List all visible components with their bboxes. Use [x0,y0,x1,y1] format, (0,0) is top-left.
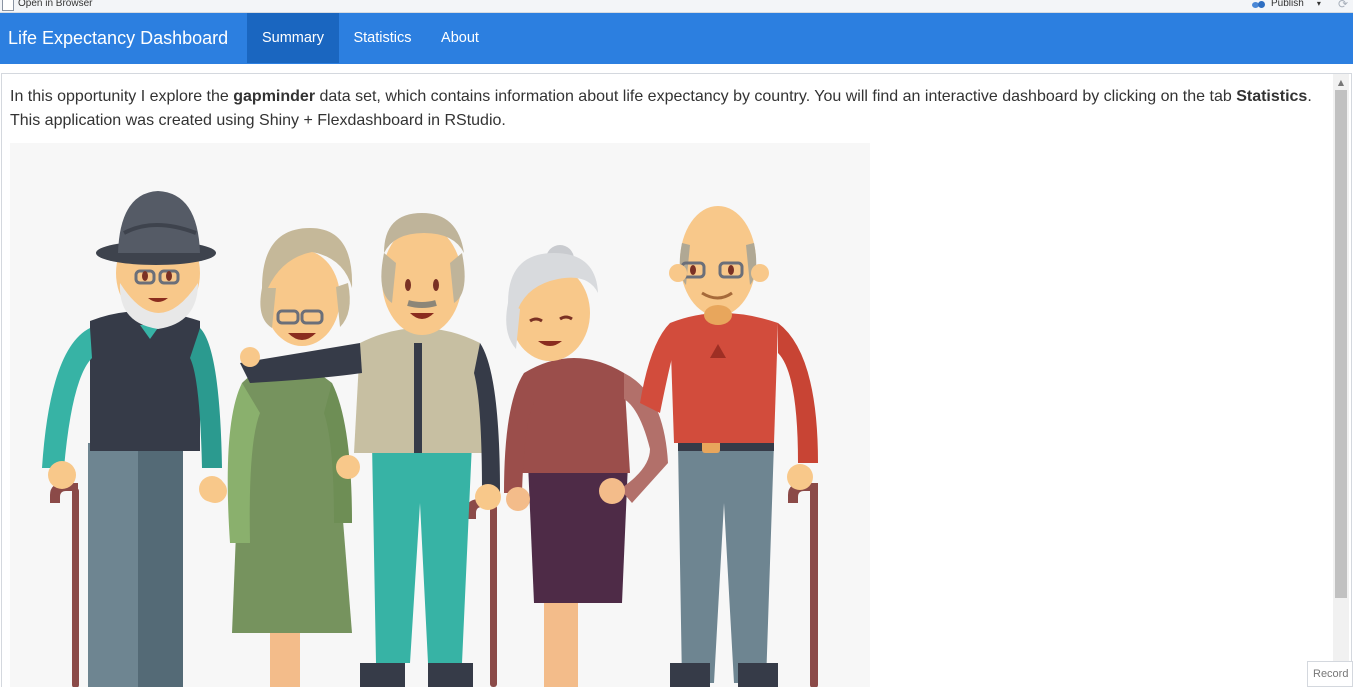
publish-button[interactable]: Publish ▾ [1252,0,1321,10]
viewer-toolbar: Open in Browser Publish ▾ ⟳ [0,0,1353,13]
elderly-people-illustration [10,143,870,687]
browser-icon [2,0,14,11]
open-in-browser-label: Open in Browser [18,0,93,9]
intro-text: In this opportunity I explore the [10,88,234,105]
intro-paragraph: In this opportunity I explore the gapmin… [10,85,1330,133]
tab-about[interactable]: About [426,13,494,63]
chevron-down-icon: ▾ [1316,0,1321,8]
scrollbar-thumb[interactable] [1335,90,1347,598]
publish-icon [1252,0,1266,10]
open-in-browser-button[interactable]: Open in Browser [2,0,93,11]
brand-title[interactable]: Life Expectancy Dashboard [8,13,228,64]
record-button[interactable]: Record [1307,661,1353,687]
refresh-icon[interactable]: ⟳ [1338,0,1352,11]
gapminder-bold: gapminder [233,88,316,105]
intro-text: data set, which contains information abo… [315,88,1237,105]
publish-label: Publish [1271,0,1304,9]
navbar: Life Expectancy Dashboard Summary Statis… [0,13,1353,64]
tab-statistics[interactable]: Statistics [339,13,426,63]
statistics-bold: Statistics [1236,88,1308,105]
tab-summary[interactable]: Summary [247,13,339,63]
scroll-up-arrow-icon[interactable]: ▲ [1333,74,1349,90]
